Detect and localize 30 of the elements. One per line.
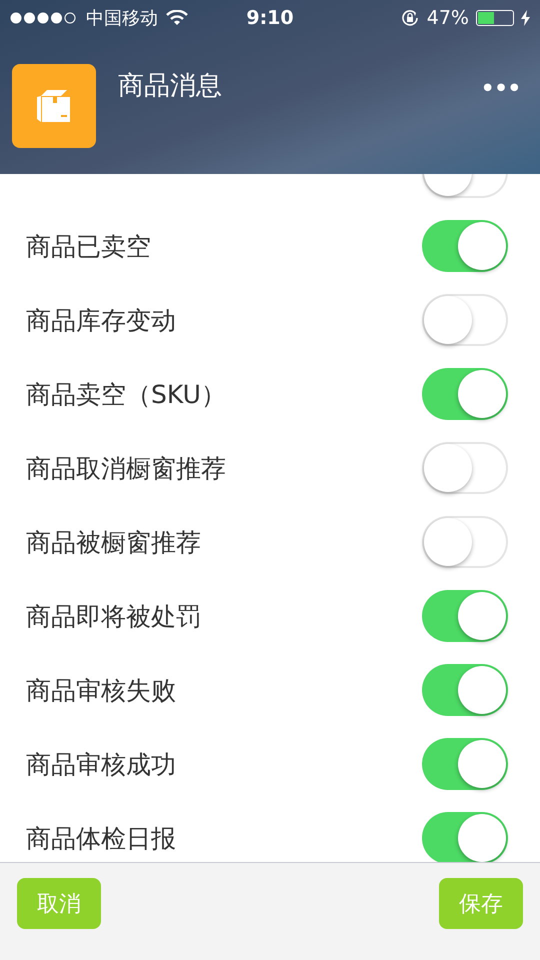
setting-label: 商品审核成功 (26, 748, 176, 780)
wifi-icon (166, 10, 188, 26)
battery-percent: 47% (426, 7, 469, 29)
setting-label: 商品卖空（SKU） (26, 378, 226, 410)
rotation-lock-icon (400, 8, 420, 28)
setting-label: 商品被橱窗推荐 (26, 526, 201, 558)
toggle-switch[interactable] (422, 368, 508, 420)
setting-label: 商品库存变动 (26, 304, 176, 336)
setting-label: 商品取消橱窗推荐 (26, 452, 226, 484)
carrier-name: 中国移动 (86, 7, 158, 30)
toggle-switch[interactable] (422, 220, 508, 272)
toggle-switch[interactable] (422, 664, 508, 716)
toggle-switch[interactable] (422, 294, 508, 346)
signal-icon (10, 12, 78, 24)
toggle-switch[interactable] (422, 738, 508, 790)
setting-label: 商品审核失败 (26, 674, 176, 706)
toggle-switch[interactable] (422, 516, 508, 568)
toggle-switch[interactable] (422, 812, 508, 862)
toggle-switch[interactable] (422, 590, 508, 642)
save-button[interactable]: 保存 (439, 878, 523, 929)
toggle-switch[interactable] (422, 442, 508, 494)
more-button[interactable]: ••• (480, 74, 520, 104)
screen-title: 商品消息 (118, 70, 222, 103)
battery-icon (476, 10, 514, 26)
setting-label: 商品即将被处罚 (26, 600, 201, 632)
clock-time: 9:10 (246, 7, 294, 29)
setting-label: 商品已卖空 (26, 230, 151, 262)
app-icon (12, 64, 96, 148)
setting-label: 商品体检日报 (26, 822, 176, 854)
cancel-button[interactable]: 取消 (17, 878, 101, 929)
